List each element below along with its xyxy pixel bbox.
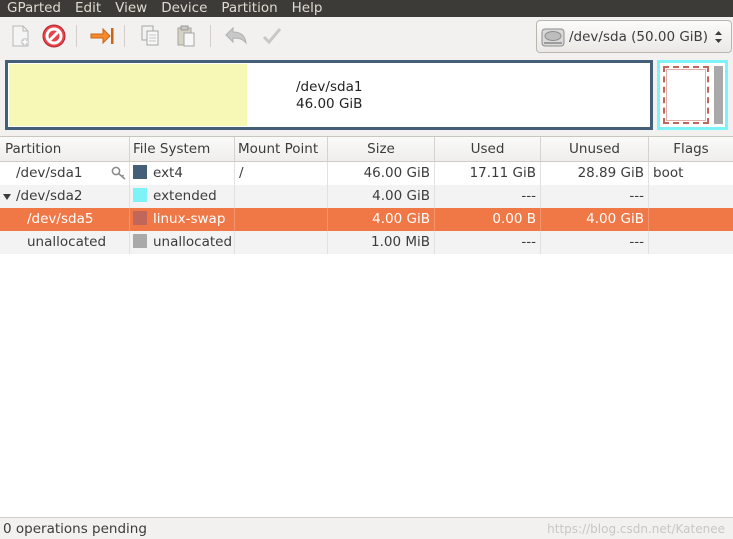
col-size[interactable]: Size: [328, 137, 435, 161]
table-row[interactable]: unallocated unallocated 1.00 MiB --- ---: [0, 231, 733, 254]
toolbar: /dev/sda (50.00 GiB): [0, 17, 733, 57]
map-partition-name: /dev/sda1: [296, 79, 363, 95]
partition-name: /dev/sda2: [16, 188, 83, 204]
cell-unused: ---: [541, 231, 649, 254]
cell-size: 1.00 MiB: [328, 231, 435, 254]
cell-unused: 4.00 GiB: [541, 208, 649, 231]
cell-unused: ---: [541, 185, 649, 208]
col-mountpoint[interactable]: Mount Point: [235, 137, 328, 161]
cell-mountpoint: [235, 231, 328, 254]
resize-move-button[interactable]: [88, 22, 116, 50]
fs-name: extended: [153, 188, 217, 204]
menu-partition[interactable]: Partition: [214, 0, 284, 17]
fs-color-swatch: [133, 234, 147, 248]
menu-view[interactable]: View: [108, 0, 154, 17]
partition-table: Partition File System Mount Point Size U…: [0, 136, 733, 517]
cell-flags: [649, 231, 733, 254]
cell-unused: 28.89 GiB: [541, 162, 649, 185]
cell-mountpoint: [235, 208, 328, 231]
table-row[interactable]: /dev/sda1 ext4 / 46.00 GiB 17.11 GiB 28.…: [0, 162, 733, 185]
cell-partition: /dev/sda5: [0, 208, 130, 231]
menu-help[interactable]: Help: [285, 0, 330, 17]
map-partition-size: 46.00 GiB: [296, 96, 363, 112]
fs-color-swatch: [133, 188, 147, 202]
device-label: /dev/sda (50.00 GiB): [569, 28, 709, 45]
delete-partition-button[interactable]: [40, 22, 68, 50]
cell-size: 4.00 GiB: [328, 185, 435, 208]
col-unused[interactable]: Unused: [541, 137, 649, 161]
map-swap-inner: [666, 69, 706, 121]
map-partition-swap[interactable]: [663, 66, 709, 124]
cell-partition: /dev/sda1: [0, 162, 130, 185]
cell-mountpoint: [235, 185, 328, 208]
cell-partition: /dev/sda2: [0, 185, 130, 208]
menu-edit[interactable]: Edit: [68, 0, 108, 17]
new-icon: [12, 25, 29, 47]
map-unallocated[interactable]: [714, 66, 723, 124]
status-bar: 0 operations pending https://blog.csdn.n…: [0, 517, 733, 539]
delete-icon: [42, 24, 66, 48]
cell-flags: [649, 208, 733, 231]
cell-flags: boot: [653, 165, 684, 181]
expander-triangle-icon[interactable]: [3, 193, 11, 201]
fs-name: unallocated: [153, 234, 233, 250]
table-row[interactable]: /dev/sda2 extended 4.00 GiB --- ---: [0, 185, 733, 208]
cell-filesystem: extended: [130, 185, 235, 208]
fs-name: ext4: [153, 165, 183, 181]
cell-used: ---: [435, 185, 541, 208]
fs-color-swatch: [133, 211, 147, 225]
partition-name: /dev/sda1: [16, 165, 83, 181]
toolbar-separator: [124, 25, 125, 47]
paste-button[interactable]: [172, 22, 200, 50]
device-selector[interactable]: /dev/sda (50.00 GiB): [536, 20, 732, 53]
undo-button[interactable]: [222, 22, 250, 50]
undo-icon: [225, 26, 247, 45]
fs-color-swatch: [133, 165, 147, 179]
col-flags[interactable]: Flags: [649, 137, 733, 161]
map-partition-sda1[interactable]: /dev/sda1 46.00 GiB: [5, 60, 653, 130]
menu-device[interactable]: Device: [154, 0, 214, 17]
resize-move-icon: [90, 27, 114, 45]
menu-bar: GParted Edit View Device Partition Help: [0, 0, 733, 17]
toolbar-separator: [76, 25, 77, 47]
fs-name: linux-swap: [153, 211, 226, 227]
menu-gparted[interactable]: GParted: [0, 0, 68, 17]
cell-size: 4.00 GiB: [328, 208, 435, 231]
cell-filesystem: linux-swap: [130, 208, 235, 231]
copy-button[interactable]: [136, 22, 164, 50]
cell-filesystem: ext4: [130, 162, 235, 185]
hard-disk-icon: [541, 28, 565, 46]
new-partition-button[interactable]: [6, 22, 34, 50]
cell-partition: unallocated: [0, 231, 130, 254]
cell-used: 0.00 B: [435, 208, 541, 231]
table-header: Partition File System Mount Point Size U…: [0, 137, 733, 162]
apply-button[interactable]: [258, 22, 286, 50]
chevron-updown-icon: [715, 31, 722, 43]
table-row-selected[interactable]: /dev/sda5 linux-swap 4.00 GiB 0.00 B 4.0…: [0, 208, 733, 231]
cell-flags: [649, 185, 733, 208]
status-text: 0 operations pending: [3, 521, 147, 537]
map-used-space: [9, 64, 247, 126]
col-filesystem[interactable]: File System: [130, 137, 235, 161]
cell-size: 46.00 GiB: [328, 162, 435, 185]
map-label: /dev/sda1 46.00 GiB: [296, 79, 362, 113]
cell-used: ---: [435, 231, 541, 254]
col-partition[interactable]: Partition: [0, 137, 130, 161]
disk-map: /dev/sda1 46.00 GiB: [5, 60, 728, 130]
apply-icon: [262, 28, 282, 45]
key-icon: [111, 166, 126, 180]
cell-filesystem: unallocated: [130, 231, 235, 254]
toolbar-separator: [210, 25, 211, 47]
cell-mountpoint: /: [235, 162, 328, 185]
paste-icon: [177, 25, 195, 47]
map-partition-extended[interactable]: [657, 60, 728, 130]
copy-icon: [141, 25, 159, 46]
col-used[interactable]: Used: [435, 137, 541, 161]
watermark: https://blog.csdn.net/Katenee: [547, 522, 725, 536]
cell-used: 17.11 GiB: [435, 162, 541, 185]
